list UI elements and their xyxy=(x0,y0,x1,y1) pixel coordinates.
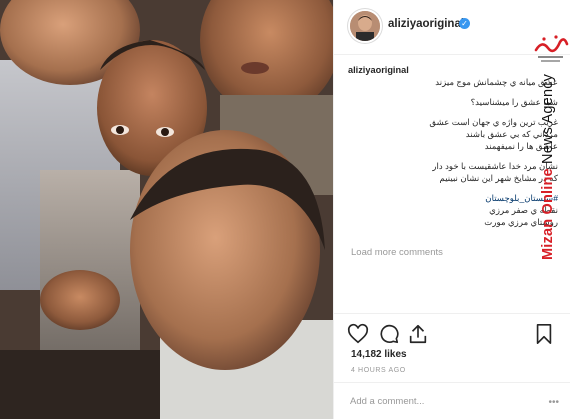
caption-line: نشان مرد خدا عاشقيست با خود دار xyxy=(432,161,558,171)
action-bar xyxy=(334,313,570,353)
comment-icon[interactable] xyxy=(378,323,400,345)
heart-icon[interactable] xyxy=(347,323,369,345)
caption-line: عاشق ها را نميفهمند xyxy=(484,141,558,151)
post-photo[interactable] xyxy=(0,0,333,419)
caption-line: كه در مشايخ شهر اين نشان نبينيم xyxy=(439,173,558,183)
children-photo-illustration xyxy=(0,0,333,419)
verified-badge-icon: ✓ xyxy=(459,18,470,29)
caption-line: غريب ترين واژه ي جهان است عشق xyxy=(429,117,558,127)
caption-line: عشق ميانه ي چشمانش موج ميزند xyxy=(435,77,558,87)
post-timestamp: 4 HOURS AGO xyxy=(351,367,406,374)
post-caption: aliziyaoriginal عشق ميانه ي چشمانش موج م… xyxy=(348,64,558,228)
load-more-comments-link[interactable]: Load more comments xyxy=(351,247,443,258)
comment-input[interactable] xyxy=(350,392,540,410)
caption-username[interactable]: aliziyaoriginal xyxy=(348,65,409,75)
watermark-brand-red: Mizan Online xyxy=(540,168,556,260)
caption-line: روستاي مرزي مورت xyxy=(484,217,558,227)
more-options-icon[interactable]: ••• xyxy=(548,397,559,408)
comment-form: ••• xyxy=(334,382,570,419)
mizan-logo xyxy=(532,30,570,70)
caption-line: مرداني كه بي عشق باشند xyxy=(465,129,558,139)
caption-line: شما عشق را ميشناسيد؟ xyxy=(470,97,558,107)
watermark-brand-black: News Agency xyxy=(540,73,556,164)
bookmark-icon[interactable] xyxy=(533,323,555,345)
mizan-logo-mark xyxy=(534,35,569,62)
avatar-image xyxy=(350,11,380,41)
username-link[interactable]: aliziyaoriginal xyxy=(388,18,464,30)
likes-count[interactable]: 14,182 likes xyxy=(351,349,407,360)
share-icon[interactable] xyxy=(407,323,429,345)
hashtag-link[interactable]: #سيستان_بلوچستان xyxy=(348,192,558,204)
avatar[interactable] xyxy=(350,11,380,41)
caption-line: نقطه ي صفر مرزي xyxy=(489,205,558,215)
